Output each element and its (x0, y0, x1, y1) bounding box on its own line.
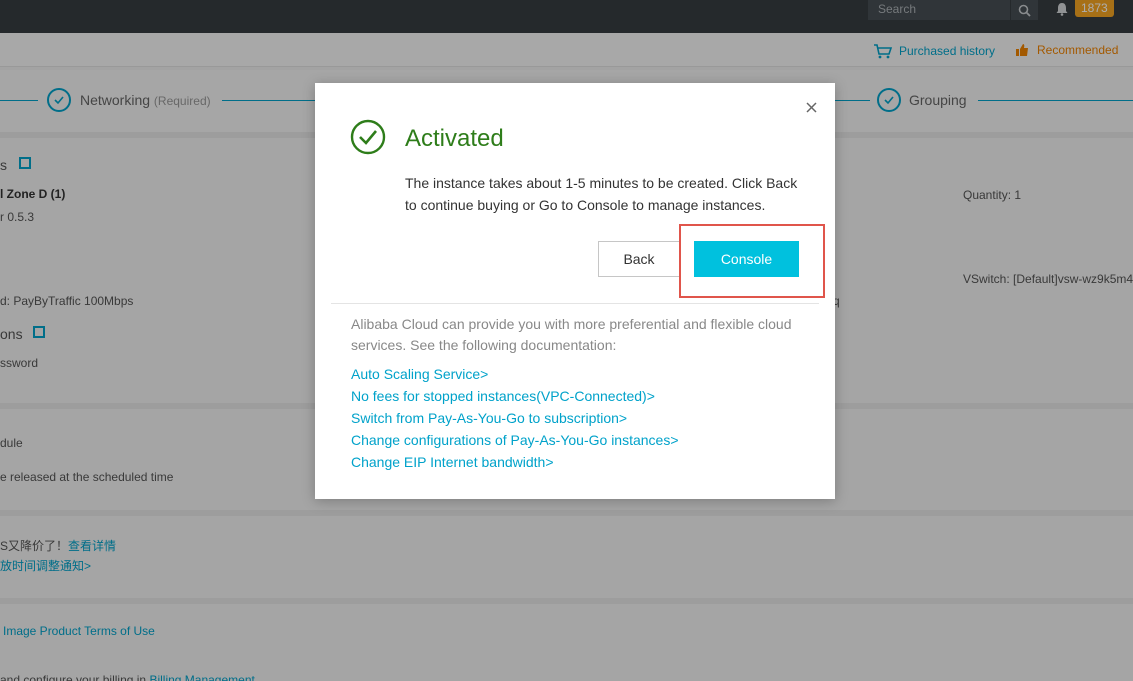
activated-dialog: Activated The instance takes about 1-5 m… (315, 83, 835, 499)
dialog-divider (331, 303, 819, 304)
documentation-links: Auto Scaling Service> No fees for stoppe… (351, 363, 679, 473)
console-button[interactable]: Console (694, 241, 799, 277)
change-configurations-link[interactable]: Change configurations of Pay-As-You-Go i… (351, 429, 679, 451)
close-icon (805, 101, 817, 113)
change-eip-bandwidth-link[interactable]: Change EIP Internet bandwidth> (351, 451, 679, 473)
stopped-instances-fees-link[interactable]: No fees for stopped instances(VPC-Connec… (351, 385, 679, 407)
auto-scaling-link[interactable]: Auto Scaling Service> (351, 363, 679, 385)
success-check-icon (350, 119, 386, 155)
documentation-intro: Alibaba Cloud can provide you with more … (351, 316, 792, 353)
switch-to-subscription-link[interactable]: Switch from Pay-As-You-Go to subscriptio… (351, 407, 679, 429)
close-button[interactable] (803, 99, 819, 115)
dialog-message: The instance takes about 1-5 minutes to … (405, 175, 798, 213)
dialog-title: Activated (405, 125, 504, 152)
back-button[interactable]: Back (598, 241, 680, 277)
